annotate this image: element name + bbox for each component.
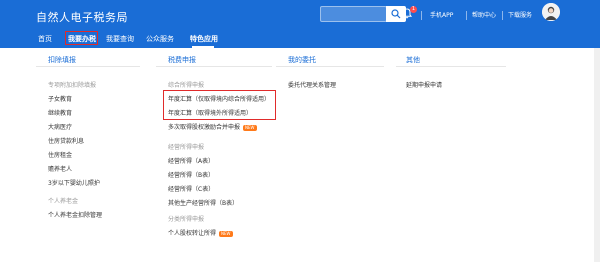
new-badge: NEW bbox=[243, 124, 257, 131]
new-badge: NEW bbox=[219, 230, 233, 237]
header-divider bbox=[421, 11, 422, 20]
group-label-categorized-income: 分类所得申报 bbox=[168, 216, 205, 223]
menu-item-agency-management[interactable]: 委托代理关系管理 bbox=[288, 80, 336, 89]
menu-item-elderly-support[interactable]: 赡养老人 bbox=[48, 164, 72, 173]
nav-public-service[interactable]: 公众服务 bbox=[146, 30, 174, 48]
site-title: 自然人电子税务局 bbox=[36, 11, 128, 24]
annual-settlement-highlight-box bbox=[163, 90, 276, 120]
scrollbar[interactable] bbox=[594, 48, 600, 262]
menu-item-deferred-filing[interactable]: 延期申报申请 bbox=[406, 80, 442, 89]
menu-item-equity-transfer[interactable]: 个人股权转让所得 NEW bbox=[168, 228, 233, 237]
user-avatar[interactable] bbox=[542, 3, 560, 21]
menu-item-equity-incentive-merge[interactable]: 多次取得股权激励合并申报 NEW bbox=[168, 122, 257, 131]
header-divider bbox=[466, 11, 467, 20]
notification-badge: 1 bbox=[410, 6, 417, 13]
menu-item-housing-rent[interactable]: 住房租金 bbox=[48, 150, 72, 159]
column-title-deduction: 扣除填报 bbox=[48, 56, 76, 64]
menu-item-pension-deduction[interactable]: 个人养老金扣除管理 bbox=[48, 210, 102, 219]
column-title-my-delegation: 我的委托 bbox=[288, 56, 316, 64]
menu-item-business-income-b[interactable]: 经营所得（B表） bbox=[168, 170, 214, 179]
header-divider bbox=[502, 11, 503, 20]
search-icon bbox=[391, 9, 401, 19]
menu-item-housing-loan-interest[interactable]: 住房贷款利息 bbox=[48, 136, 84, 145]
menu-item-child-education[interactable]: 子女教育 bbox=[48, 94, 72, 103]
page: 自然人电子税务局 1 手机APP 帮助中心 下载服务 首页 我要办税 我要查询 … bbox=[0, 0, 600, 262]
avatar-icon bbox=[542, 3, 560, 21]
download-service-link[interactable]: 下载服务 bbox=[508, 10, 532, 19]
menu-item-business-income-a[interactable]: 经营所得（A表） bbox=[168, 156, 214, 165]
nav-highlight-box bbox=[65, 31, 98, 45]
menu-item-other-business-income-b[interactable]: 其他生产经营所得（B表） bbox=[168, 198, 238, 207]
nav-home[interactable]: 首页 bbox=[38, 30, 52, 48]
help-center-link[interactable]: 帮助中心 bbox=[472, 10, 496, 19]
column-divider bbox=[156, 66, 272, 67]
menu-item-serious-illness[interactable]: 大病医疗 bbox=[48, 122, 72, 131]
mobile-app-link[interactable]: 手机APP bbox=[430, 10, 453, 19]
column-divider bbox=[396, 66, 506, 67]
mega-menu-panel: 扣除填报 专项附加扣除填报 子女教育 继续教育 大病医疗 住房贷款利息 住房租金… bbox=[0, 48, 600, 262]
menu-item-continuing-education[interactable]: 继续教育 bbox=[48, 108, 72, 117]
group-label-business-income: 经营所得申报 bbox=[168, 144, 205, 151]
column-divider bbox=[276, 66, 384, 67]
menu-item-label: 多次取得股权激励合并申报 bbox=[168, 124, 241, 131]
menu-item-infant-care[interactable]: 3岁以下婴幼儿照护 bbox=[48, 178, 100, 187]
menu-item-business-income-c[interactable]: 经营所得（C表） bbox=[168, 184, 214, 193]
nav-query[interactable]: 我要查询 bbox=[106, 30, 134, 48]
group-label-comprehensive-income: 综合所得申报 bbox=[168, 82, 205, 89]
menu-item-label: 个人股权转让所得 bbox=[168, 230, 217, 237]
column-title-other: 其他 bbox=[406, 56, 420, 64]
column-divider bbox=[36, 66, 140, 67]
group-label-personal-pension: 个人养老金 bbox=[48, 198, 79, 205]
column-title-tax-filing: 税费申报 bbox=[168, 56, 196, 64]
search-input[interactable] bbox=[320, 6, 387, 22]
group-label-special-deduction: 专项附加扣除填报 bbox=[48, 82, 97, 89]
